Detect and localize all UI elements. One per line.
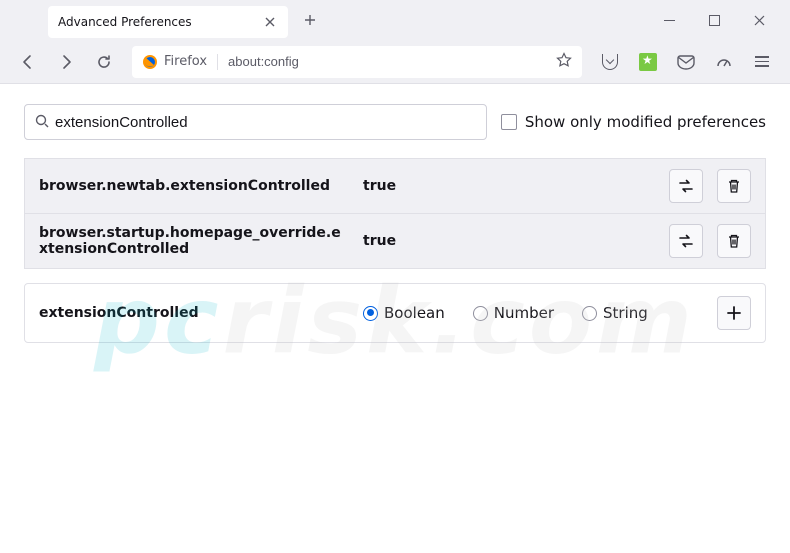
pref-name: browser.startup.homepage_override.extens… xyxy=(39,225,349,257)
tab-active[interactable]: Advanced Preferences xyxy=(48,6,288,38)
maximize-button[interactable] xyxy=(692,0,737,40)
radio-label: String xyxy=(603,304,648,322)
radio-icon xyxy=(582,306,597,321)
search-icon xyxy=(35,113,49,132)
search-box[interactable] xyxy=(24,104,487,140)
checkbox-label-text: Show only modified preferences xyxy=(525,113,766,131)
toggle-icon xyxy=(678,178,694,194)
close-button[interactable] xyxy=(737,0,782,40)
type-radio-group: Boolean Number String xyxy=(363,304,703,322)
delete-button[interactable] xyxy=(717,224,751,258)
identity-box[interactable]: Firefox xyxy=(142,54,218,70)
pocket-button[interactable] xyxy=(594,46,626,78)
extension-button[interactable] xyxy=(632,46,664,78)
bookmark-star-icon[interactable] xyxy=(556,52,572,72)
performance-button[interactable] xyxy=(708,46,740,78)
pref-row: browser.newtab.extensionControlled true xyxy=(24,158,766,214)
mail-icon xyxy=(677,54,695,70)
checkbox-icon xyxy=(501,114,517,130)
pref-value: true xyxy=(363,233,655,249)
urlbar-input[interactable] xyxy=(228,54,556,69)
radio-icon xyxy=(473,306,488,321)
firefox-icon xyxy=(142,54,158,70)
speedometer-icon xyxy=(716,54,732,70)
forward-button[interactable] xyxy=(50,46,82,78)
tab-title: Advanced Preferences xyxy=(58,15,262,29)
pref-value: true xyxy=(363,178,655,194)
toolbar: Firefox xyxy=(0,40,790,84)
pref-name: browser.newtab.extensionControlled xyxy=(39,178,349,194)
minimize-button[interactable] xyxy=(647,0,692,40)
new-pref-name: extensionControlled xyxy=(39,305,349,321)
toggle-button[interactable] xyxy=(669,169,703,203)
pocket-icon xyxy=(602,54,618,70)
content: Show only modified preferences browser.n… xyxy=(0,84,790,363)
show-modified-checkbox[interactable]: Show only modified preferences xyxy=(501,113,766,131)
radio-label: Number xyxy=(494,304,554,322)
plus-icon xyxy=(726,305,742,321)
toggle-button[interactable] xyxy=(669,224,703,258)
radio-string[interactable]: String xyxy=(582,304,648,322)
identity-label: Firefox xyxy=(164,54,207,69)
trash-icon xyxy=(726,233,742,249)
delete-button[interactable] xyxy=(717,169,751,203)
extension-icon xyxy=(639,53,657,71)
urlbar[interactable]: Firefox xyxy=(132,46,582,78)
radio-boolean[interactable]: Boolean xyxy=(363,304,445,322)
radio-icon xyxy=(363,306,378,321)
titlebar: Advanced Preferences xyxy=(0,0,790,40)
toggle-icon xyxy=(678,233,694,249)
back-button[interactable] xyxy=(12,46,44,78)
new-tab-button[interactable] xyxy=(296,6,324,34)
radio-number[interactable]: Number xyxy=(473,304,554,322)
search-input[interactable] xyxy=(55,114,476,131)
account-button[interactable] xyxy=(670,46,702,78)
tab-close-icon[interactable] xyxy=(262,14,278,30)
menu-button[interactable] xyxy=(746,46,778,78)
new-pref-row: extensionControlled Boolean Number Strin… xyxy=(24,283,766,343)
add-button[interactable] xyxy=(717,296,751,330)
search-row: Show only modified preferences xyxy=(24,104,766,140)
radio-label: Boolean xyxy=(384,304,445,322)
reload-button[interactable] xyxy=(88,46,120,78)
hamburger-icon xyxy=(755,56,769,67)
pref-row: browser.startup.homepage_override.extens… xyxy=(24,214,766,269)
trash-icon xyxy=(726,178,742,194)
